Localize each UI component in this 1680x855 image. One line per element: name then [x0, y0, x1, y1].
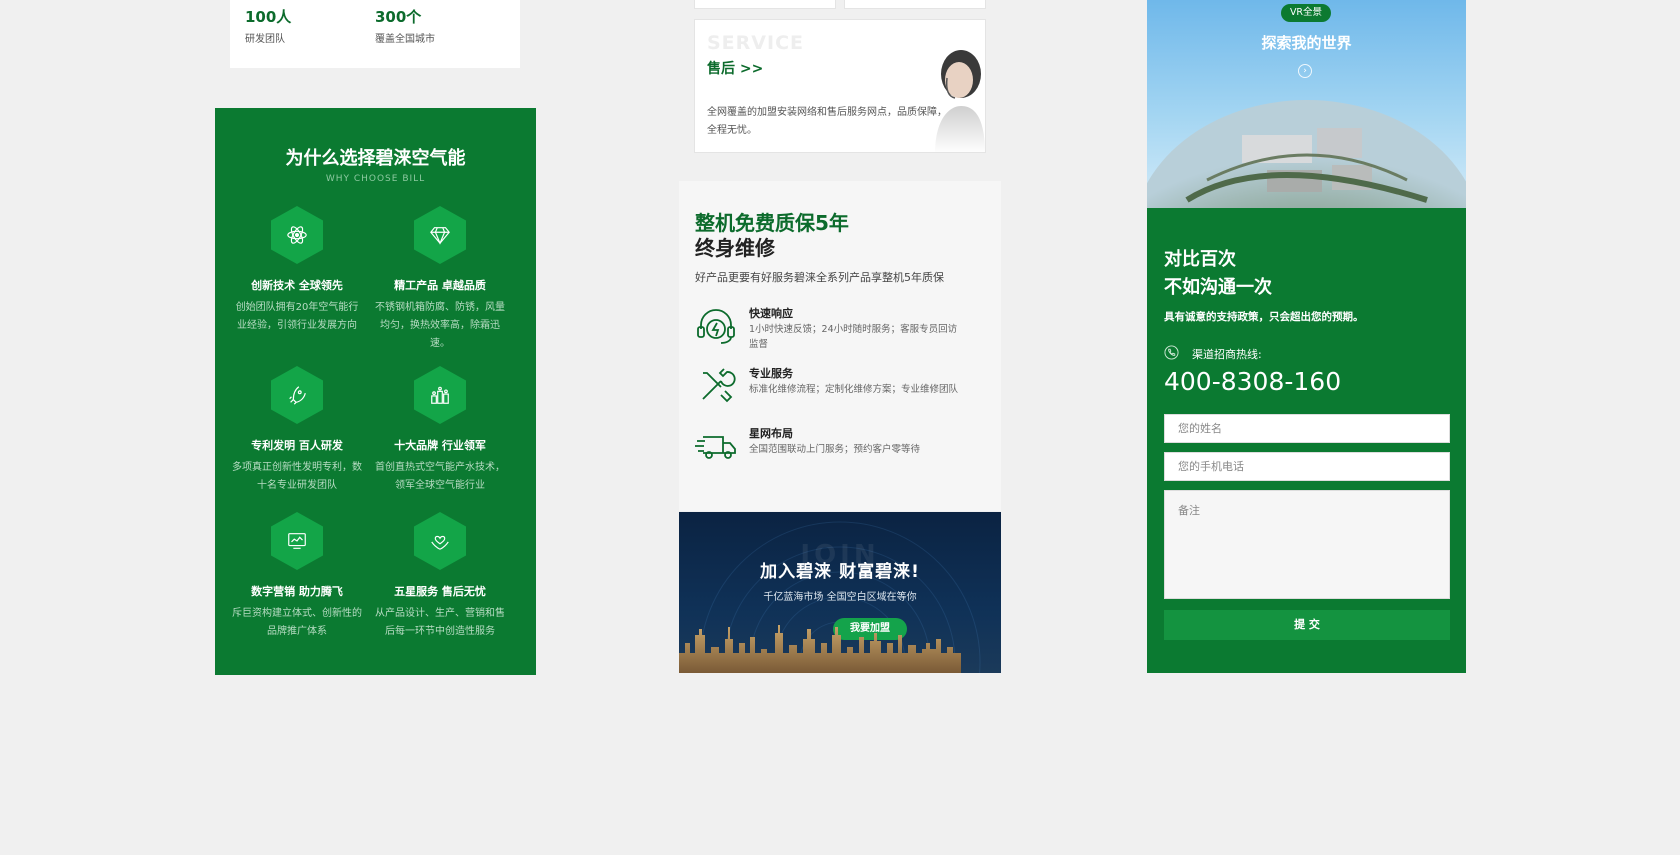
join-title: 加入碧涞 财富碧涞!	[760, 562, 920, 582]
stat-label: 覆盖全国城市	[375, 34, 435, 45]
submit-button[interactable]: 提 交	[1164, 610, 1450, 640]
contact-section: 对比百次 不如沟通一次 具有诚意的支持政策，只会超出您的预期。 渠道招商热线: …	[1147, 208, 1466, 673]
feature-title: 五星服务 售后无忧	[394, 585, 486, 598]
stat-label: 研发团队	[245, 34, 285, 45]
column-service: SERVICE 售后 >> 全网覆盖的加盟安装网络和售后服务网点，品质保障，全程…	[679, 0, 1001, 673]
feature-title: 专利发明 百人研发	[251, 439, 343, 452]
city-skyline-image	[679, 625, 961, 673]
stat-cities: 300个 覆盖全国城市	[375, 6, 505, 62]
feature-desc: 首创直热式空气能产水技术，领军全球空气能行业	[375, 462, 505, 491]
warranty-item-title: 快速响应	[749, 307, 793, 320]
diamond-icon	[414, 206, 466, 264]
feature-desc: 从产品设计、生产、营销和售后每一环节中创造性服务	[375, 608, 505, 637]
warranty-item-title: 专业服务	[749, 367, 793, 380]
feature-title: 精工产品 卓越品质	[394, 279, 486, 292]
feature-desc: 多项真正创新性发明专利，数十名专业研发团队	[232, 462, 362, 491]
stat-team: 100人 研发团队	[245, 6, 375, 62]
warranty-title-2: 终身维修	[695, 236, 775, 260]
feature-desc: 斥巨资构建立体式、创新性的品牌推广体系	[232, 608, 362, 637]
column-contact: VR全景 探索我的世界 › 对比百次 不如沟通一次 具有诚意的支持政策，只会超出…	[1147, 0, 1466, 673]
vr-badge: VR全景	[1281, 4, 1331, 22]
phone-field[interactable]: 您的手机电话	[1164, 452, 1450, 481]
tile-row-partial	[694, 0, 986, 9]
feature-item: 数字营销 助力腾飞 斥巨资构建立体式、创新性的品牌推广体系	[227, 512, 367, 641]
feature-item: 精工产品 卓越品质 不锈钢机箱防腐、防锈，风量均匀，换热效率高，除霜迅速。	[370, 206, 510, 353]
warranty-subtitle: 好产品更要有好服务碧涞全系列产品享整机5年质保	[695, 271, 944, 284]
note-field[interactable]: 备注	[1164, 490, 1450, 599]
stat-number: 300个	[375, 8, 422, 26]
warranty-item-desc: 全国范围联动上门服务；预约客户零等待	[749, 444, 921, 455]
hotline-number[interactable]: 400-8308-160	[1164, 367, 1341, 396]
stats-card: 100人 研发团队 300个 覆盖全国城市	[230, 0, 520, 68]
feature-item: 专利发明 百人研发 多项真正创新性发明专利，数十名专业研发团队	[227, 366, 367, 495]
contact-title-2: 不如沟通一次	[1164, 277, 1272, 298]
phone-icon	[1164, 345, 1179, 360]
contact-title: 对比百次	[1164, 249, 1236, 270]
podium-icon	[414, 366, 466, 424]
feature-title: 十大品牌 行业领军	[394, 439, 486, 452]
truck-icon	[695, 436, 736, 459]
support-agent-image	[935, 50, 985, 152]
section-title: 为什么选择碧涞空气能	[285, 148, 466, 169]
warranty-item-title: 星网布局	[749, 427, 793, 440]
headset-icon	[697, 309, 735, 344]
name-field[interactable]: 您的姓名	[1164, 414, 1450, 443]
service-link[interactable]: 售后 >>	[707, 58, 763, 78]
monitor-chart-icon	[271, 512, 323, 570]
rocket-icon	[271, 366, 323, 424]
feature-desc: 创始团队拥有20年空气能行业经验，引领行业发展方向	[235, 302, 359, 331]
join-banner: JOIN 加入碧涞 财富碧涞! 千亿蓝海市场 全国空白区域在等你 我要加盟	[679, 512, 1001, 673]
stat-number: 100人	[245, 8, 292, 26]
vr-title: 探索我的世界	[1261, 34, 1352, 52]
warranty-item-desc: 标准化维修流程；定制化维修方案；专业维修团队	[749, 384, 959, 395]
tile-card	[844, 0, 986, 9]
contact-subtitle: 具有诚意的支持政策，只会超出您的预期。	[1164, 311, 1364, 323]
section-subtitle: WHY CHOOSE BILL	[325, 174, 426, 184]
hotline-label: 渠道招商热线:	[1192, 348, 1262, 361]
feature-item: 五星服务 售后无忧 从产品设计、生产、营销和售后每一环节中创造性服务	[370, 512, 510, 641]
feature-title: 数字营销 助力腾飞	[251, 585, 343, 598]
panorama-globe-image	[1147, 100, 1466, 208]
heart-hands-icon	[414, 512, 466, 570]
tile-card	[694, 0, 836, 9]
feature-item: 创新技术 全球领先 创始团队拥有20年空气能行业经验，引领行业发展方向	[227, 206, 367, 335]
service-en-label: SERVICE	[707, 32, 804, 54]
warranty-section: 整机免费质保5年 终身维修 好产品更要有好服务碧涞全系列产品享整机5年质保 快速…	[679, 181, 1001, 511]
feature-item: 十大品牌 行业领军 首创直热式空气能产水技术，领军全球空气能行业	[370, 366, 510, 495]
why-choose-section: 为什么选择碧涞空气能 WHY CHOOSE BILL 创新技术 全球领先 创始团…	[215, 108, 536, 675]
warranty-item-desc: 1小时快速反馈；24小时随时服务；客服专员回访监督	[749, 324, 958, 350]
feature-desc: 不锈钢机箱防腐、防锈，风量均匀，换热效率高，除霜迅速。	[375, 302, 505, 349]
tools-icon	[702, 368, 736, 403]
join-subtitle: 千亿蓝海市场 全国空白区域在等你	[763, 592, 917, 603]
chevron-right-icon[interactable]: ›	[1298, 64, 1312, 78]
atom-icon	[271, 206, 323, 264]
service-card[interactable]: SERVICE 售后 >> 全网覆盖的加盟安装网络和售后服务网点，品质保障，全程…	[694, 19, 986, 153]
feature-title: 创新技术 全球领先	[251, 279, 343, 292]
vr-panorama-banner[interactable]: VR全景 探索我的世界 ›	[1147, 0, 1466, 208]
service-desc: 全网覆盖的加盟安装网络和售后服务网点，品质保障，全程无忧。	[707, 107, 947, 136]
